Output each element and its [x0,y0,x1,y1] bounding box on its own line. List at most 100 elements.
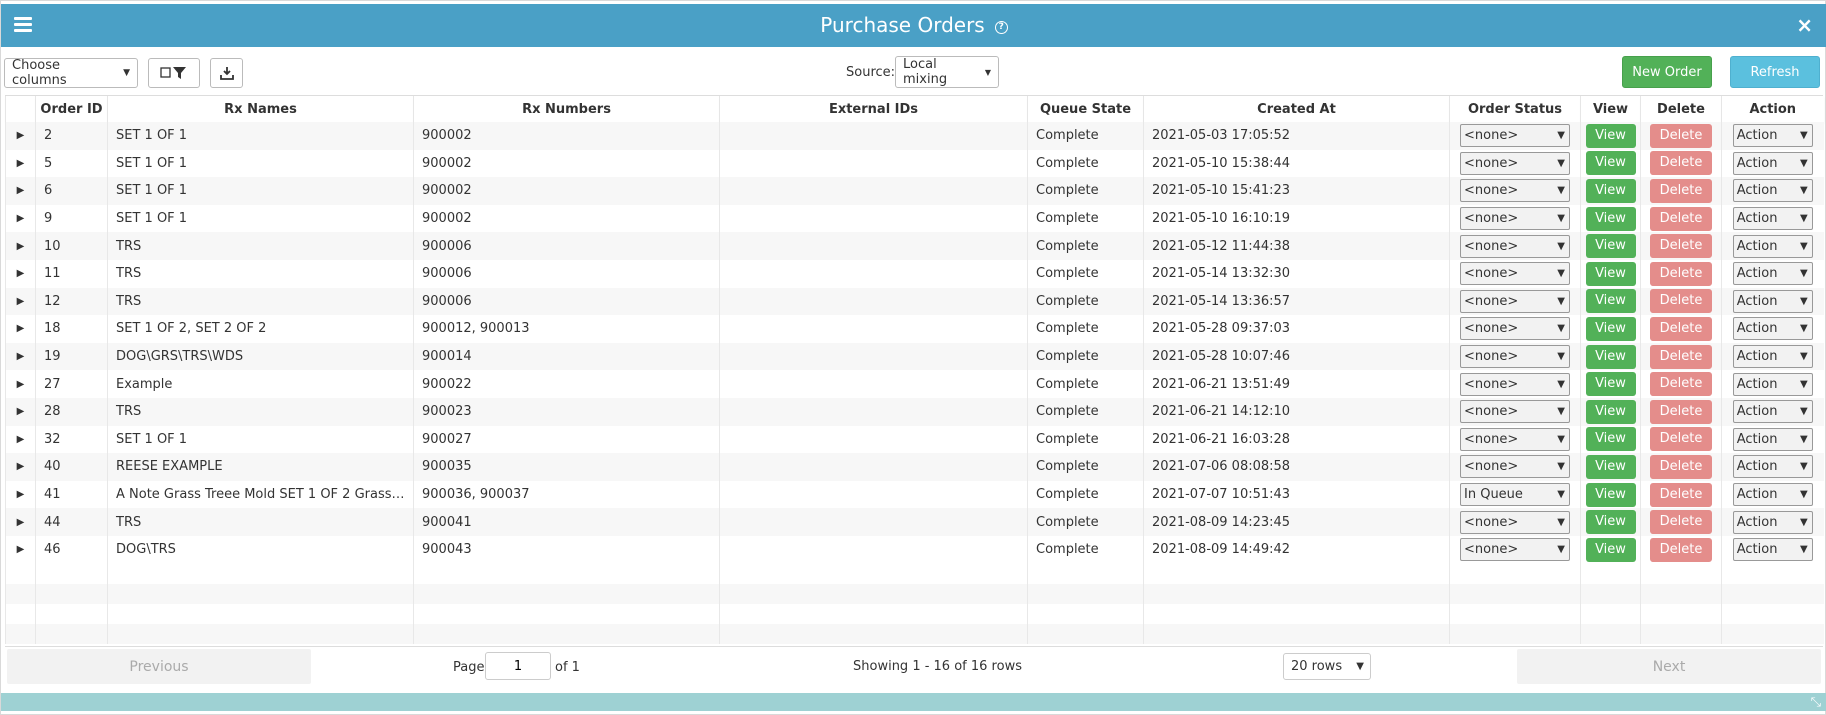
next-page-button[interactable]: Next [1517,649,1821,684]
action-select[interactable]: Action ▼ [1732,262,1813,286]
resize-handle-icon[interactable]: ⤡ [1811,695,1821,710]
page-number-input[interactable] [485,652,551,680]
view-button[interactable]: View [1585,537,1636,562]
order-status-select[interactable]: <none> ▼ [1460,262,1570,286]
delete-button[interactable]: Delete [1650,206,1712,231]
order-status-select[interactable]: <none> ▼ [1460,427,1570,451]
delete-button[interactable]: Delete [1650,151,1712,176]
column-header-external-ids[interactable]: External IDs [719,96,1028,122]
delete-button[interactable]: Delete [1650,427,1712,452]
action-select[interactable]: Action ▼ [1732,510,1813,534]
view-button[interactable]: View [1585,344,1636,369]
order-status-select[interactable]: <none> ▼ [1460,234,1570,258]
action-select[interactable]: Action ▼ [1732,427,1813,451]
column-header-action[interactable]: Action [1721,96,1824,122]
expand-row-icon[interactable]: ▶ [5,342,36,371]
delete-button[interactable]: Delete [1650,234,1712,259]
view-button[interactable]: View [1585,261,1636,286]
delete-button[interactable]: Delete [1650,261,1712,286]
delete-button[interactable]: Delete [1650,454,1712,479]
column-header-rx-numbers[interactable]: Rx Numbers [413,96,720,122]
view-button[interactable]: View [1585,289,1636,314]
expand-row-icon[interactable]: ▶ [5,535,36,564]
order-status-select[interactable]: <none> ▼ [1460,317,1570,341]
filter-button[interactable] [148,58,200,88]
delete-button[interactable]: Delete [1650,344,1712,369]
expand-row-icon[interactable]: ▶ [5,149,36,178]
previous-page-button[interactable]: Previous [7,649,311,684]
order-status-select[interactable]: <none> ▼ [1460,289,1570,313]
expand-row-icon[interactable]: ▶ [5,177,36,205]
action-select[interactable]: Action ▼ [1732,372,1813,396]
help-icon[interactable]: ? [994,21,1008,34]
action-select[interactable]: Action ▼ [1732,234,1813,258]
delete-button[interactable]: Delete [1650,537,1712,562]
expand-row-icon[interactable]: ▶ [5,315,36,343]
view-button[interactable]: View [1585,178,1636,203]
order-status-select[interactable]: <none> ▼ [1460,151,1570,175]
expand-row-icon[interactable]: ▶ [5,204,36,233]
action-select[interactable]: Action ▼ [1732,345,1813,369]
action-select[interactable]: Action ▼ [1732,179,1813,203]
delete-button[interactable]: Delete [1650,123,1712,148]
order-status-select[interactable]: In Queue ▼ [1460,483,1570,507]
view-button[interactable]: View [1585,372,1636,397]
delete-button[interactable]: Delete [1650,178,1712,203]
order-status-select[interactable]: <none> ▼ [1460,400,1570,424]
expand-row-icon[interactable]: ▶ [5,122,36,150]
order-status-select[interactable]: <none> ▼ [1460,455,1570,479]
order-status-select[interactable]: <none> ▼ [1460,345,1570,369]
column-header-delete[interactable]: Delete [1640,96,1722,122]
order-status-select[interactable]: <none> ▼ [1460,207,1570,231]
source-select[interactable]: Local mixing ▼ [895,56,999,88]
expand-row-icon[interactable]: ▶ [5,259,36,288]
action-select[interactable]: Action ▼ [1732,455,1813,479]
expand-row-icon[interactable]: ▶ [5,370,36,398]
column-header-created-at[interactable]: Created At [1143,96,1450,122]
expand-row-icon[interactable]: ▶ [5,425,36,454]
expand-row-icon[interactable]: ▶ [5,397,36,426]
order-status-select[interactable]: <none> ▼ [1460,372,1570,396]
order-status-select[interactable]: <none> ▼ [1460,124,1570,148]
expand-row-icon[interactable]: ▶ [5,232,36,260]
order-status-select[interactable]: <none> ▼ [1460,538,1570,562]
action-select[interactable]: Action ▼ [1732,317,1813,341]
export-button[interactable] [210,58,243,88]
view-button[interactable]: View [1585,316,1636,341]
expand-row-icon[interactable]: ▶ [5,287,36,316]
action-select[interactable]: Action ▼ [1732,124,1813,148]
order-status-select[interactable]: <none> ▼ [1460,179,1570,203]
column-header-view[interactable]: View [1580,96,1641,122]
order-status-select[interactable]: <none> ▼ [1460,510,1570,534]
column-header-order-status[interactable]: Order Status [1449,96,1581,122]
delete-button[interactable]: Delete [1650,372,1712,397]
action-select[interactable]: Action ▼ [1732,400,1813,424]
view-button[interactable]: View [1585,151,1636,176]
action-select[interactable]: Action ▼ [1732,207,1813,231]
expand-row-icon[interactable]: ▶ [5,508,36,536]
view-button[interactable]: View [1585,427,1636,452]
choose-columns-dropdown[interactable]: Choose columns ▼ [4,58,138,88]
view-button[interactable]: View [1585,454,1636,479]
view-button[interactable]: View [1585,123,1636,148]
view-button[interactable]: View [1585,206,1636,231]
column-header-queue-state[interactable]: Queue State [1027,96,1144,122]
action-select[interactable]: Action ▼ [1732,538,1813,562]
column-header-rx-names[interactable]: Rx Names [107,96,414,122]
action-select[interactable]: Action ▼ [1732,483,1813,507]
delete-button[interactable]: Delete [1650,316,1712,341]
view-button[interactable]: View [1585,234,1636,259]
view-button[interactable]: View [1585,510,1636,535]
delete-button[interactable]: Delete [1650,399,1712,424]
rows-per-page-select[interactable]: 20 rows ▼ [1283,653,1371,680]
view-button[interactable]: View [1585,482,1636,507]
expand-row-icon[interactable]: ▶ [5,480,36,509]
delete-button[interactable]: Delete [1650,289,1712,314]
column-header-expand[interactable] [5,96,36,122]
close-icon[interactable]: × [1796,13,1813,37]
expand-row-icon[interactable]: ▶ [5,453,36,481]
delete-button[interactable]: Delete [1650,510,1712,535]
action-select[interactable]: Action ▼ [1732,151,1813,175]
refresh-button[interactable]: Refresh [1730,56,1820,88]
view-button[interactable]: View [1585,399,1636,424]
